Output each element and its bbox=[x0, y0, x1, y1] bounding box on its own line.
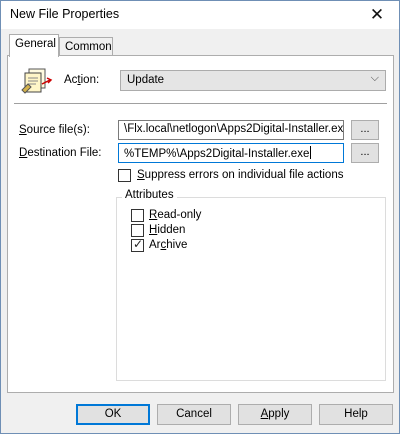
new-file-properties-dialog: New File Properties ✕ General Common Act… bbox=[0, 0, 400, 434]
text-caret bbox=[310, 146, 312, 159]
hidden-label[interactable]: Hidden bbox=[149, 224, 185, 236]
close-icon: ✕ bbox=[369, 5, 385, 24]
read-only-label[interactable]: Read-only bbox=[149, 209, 201, 221]
divider bbox=[14, 103, 387, 105]
suppress-errors-checkbox[interactable] bbox=[118, 169, 131, 182]
destination-file-value: %TEMP%\Apps2Digital-Installer.exe bbox=[124, 148, 310, 160]
source-files-value: \Flx.local\netlogon\Apps2Digital-Install… bbox=[124, 123, 344, 135]
tab-general[interactable]: General bbox=[9, 34, 59, 57]
destination-browse-button[interactable]: ... bbox=[351, 143, 379, 163]
title-bar[interactable]: New File Properties ✕ bbox=[1, 1, 399, 29]
cancel-button[interactable]: Cancel bbox=[157, 404, 231, 425]
action-label: Action: bbox=[64, 74, 100, 86]
read-only-checkbox[interactable] bbox=[131, 209, 144, 222]
destination-file-label: Destination File: bbox=[19, 147, 102, 159]
source-files-input[interactable]: \Flx.local\netlogon\Apps2Digital-Install… bbox=[118, 120, 344, 140]
archive-label[interactable]: Archive bbox=[149, 239, 187, 251]
action-select[interactable]: Update ⌵ bbox=[120, 70, 386, 91]
tab-common[interactable]: Common bbox=[59, 37, 113, 57]
suppress-errors-label[interactable]: Suppress errors on individual file actio… bbox=[137, 169, 343, 181]
checkmark-icon: ✓ bbox=[133, 237, 144, 251]
file-properties-icon bbox=[21, 68, 53, 94]
source-browse-button[interactable]: ... bbox=[351, 120, 379, 140]
ok-button[interactable]: OK bbox=[76, 404, 150, 425]
close-button[interactable]: ✕ bbox=[355, 1, 399, 29]
help-button[interactable]: Help bbox=[319, 404, 393, 425]
chevron-down-icon: ⌵ bbox=[370, 72, 379, 84]
source-files-label: Source file(s): bbox=[19, 124, 90, 136]
action-select-value: Update bbox=[127, 74, 165, 86]
destination-file-input[interactable]: %TEMP%\Apps2Digital-Installer.exe bbox=[118, 143, 344, 163]
hidden-checkbox[interactable] bbox=[131, 224, 144, 237]
general-panel: Action: Update ⌵ Source file(s): \Flx.lo… bbox=[7, 55, 394, 393]
window-title: New File Properties bbox=[10, 7, 120, 21]
archive-checkbox[interactable]: ✓ bbox=[131, 237, 144, 252]
apply-button[interactable]: Apply bbox=[238, 404, 312, 425]
attributes-group-title: Attributes bbox=[122, 189, 177, 201]
